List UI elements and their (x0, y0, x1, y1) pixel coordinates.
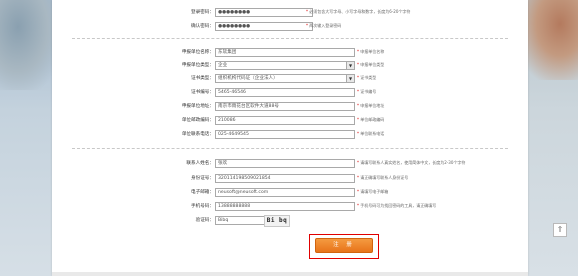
contact-id-input[interactable]: 320114198509021854 (215, 174, 355, 183)
org-name-hint: * 申报单位名称 (357, 49, 384, 55)
contact-name-label: 联系人姓名： (186, 161, 214, 166)
org-name-label: 申报单位名称： (181, 50, 214, 55)
required-star: * (357, 75, 359, 80)
confirm-password-input[interactable]: ●●●●●●●● (215, 22, 313, 31)
captcha-input[interactable]: Bibq (215, 216, 267, 225)
confirm-password-hint-text: 两次输入登录密码 (309, 23, 342, 28)
contact-mobile-input[interactable]: 13888888888 (215, 202, 355, 211)
chevron-down-icon[interactable]: ▼ (346, 62, 354, 69)
contact-id-label: 身份证号： (191, 176, 214, 181)
org-type-select[interactable]: 企业 ▼ (215, 61, 355, 70)
cert-no-row: 证书编号： 5465-46546 * 证书编号 (52, 88, 528, 99)
required-star: * (357, 160, 359, 165)
required-star: * (357, 89, 359, 94)
contact-email-hint-text: 请填写电子邮箱 (360, 189, 389, 194)
org-address-hint: * 申报单位地址 (357, 103, 384, 109)
contact-mobile-label: 手机号码： (191, 204, 214, 209)
org-type-hint: * 申报单位类型 (357, 62, 384, 68)
footer-bar (52, 272, 528, 276)
password-hint: * 必须包含大写字母、小写字母和数字，长度为6-20个字符 (306, 9, 410, 15)
org-name-row: 申报单位名称： 东软集团 * 申报单位名称 (52, 48, 528, 59)
cert-no-input[interactable]: 5465-46546 (215, 88, 355, 97)
confirm-password-hint: * 两次输入登录密码 (306, 23, 341, 29)
confirm-password-row: 确认密码： ●●●●●●●● * 两次输入登录密码 (52, 22, 528, 33)
contact-email-label: 电子邮箱： (191, 190, 214, 195)
org-address-input[interactable]: 南京市雨花台区软件大道88号 (215, 102, 355, 111)
contact-mobile-hint: * 手机号码可为找回密码的工具，请正确填写 (357, 203, 436, 209)
required-star: * (357, 49, 359, 54)
captcha-label: 验证码： (195, 218, 214, 223)
cert-no-label: 证书编号： (191, 90, 214, 95)
org-phone-hint: * 单位联系电话 (357, 131, 384, 137)
org-postcode-label: 单位邮政编码： (181, 118, 214, 123)
contact-id-hint-text: 请正确填写联系人身份证号 (360, 175, 409, 180)
captcha-row: 验证码： Bibq Bi bq (52, 215, 528, 227)
required-star: * (357, 62, 359, 67)
required-star: * (357, 189, 359, 194)
register-button[interactable]: 注 册 (315, 238, 373, 253)
cert-no-hint-text: 证书编号 (360, 89, 377, 94)
required-star: * (357, 131, 359, 136)
password-hint-text: 必须包含大写字母、小写字母和数字，长度为6-20个字符 (309, 9, 411, 14)
org-postcode-input[interactable]: 210086 (215, 116, 355, 125)
contact-id-row: 身份证号： 320114198509021854 * 请正确填写联系人身份证号 (52, 174, 528, 185)
section-divider (72, 148, 508, 149)
org-postcode-hint-text: 单位邮政编码 (360, 117, 385, 122)
cert-type-row: 证书类型： 组织机构代码证（企业法人） ▼ * 证书类型 (52, 74, 528, 85)
section-divider (72, 38, 508, 39)
org-name-input[interactable]: 东软集团 (215, 48, 355, 57)
required-star: * (357, 175, 359, 180)
org-postcode-hint: * 单位邮政编码 (357, 117, 384, 123)
contact-email-hint: * 请填写电子邮箱 (357, 189, 388, 195)
scenery-image (0, 0, 60, 90)
contact-email-input[interactable]: neusoft@neusoft.com (215, 188, 355, 197)
contact-mobile-hint-text: 手机号码可为找回密码的工具，请正确填写 (360, 203, 437, 208)
cert-type-hint-text: 证书类型 (360, 75, 377, 80)
org-type-hint-text: 申报单位类型 (360, 62, 385, 67)
cert-type-label: 证书类型： (191, 76, 214, 81)
confirm-password-label: 确认密码： (191, 24, 214, 29)
contact-mobile-row: 手机号码： 13888888888 * 手机号码可为找回密码的工具，请正确填写 (52, 202, 528, 213)
back-to-top-icon[interactable]: ⇑ (553, 223, 567, 237)
org-type-value: 企业 (218, 63, 228, 68)
contact-name-row: 联系人姓名： 张欢 * 请填写联系人真实姓名，使用简体中文，长度为2-30个字符 (52, 159, 528, 170)
chevron-down-icon[interactable]: ▼ (346, 75, 354, 82)
cert-type-hint: * 证书类型 (357, 75, 376, 81)
required-star: * (357, 203, 359, 208)
org-name-hint-text: 申报单位名称 (360, 49, 385, 54)
org-phone-label: 单位联系电话： (181, 132, 214, 137)
org-address-row: 申报单位地址： 南京市雨花台区软件大道88号 * 申报单位地址 (52, 102, 528, 113)
org-phone-hint-text: 单位联系电话 (360, 131, 385, 136)
captcha-image[interactable]: Bi bq (264, 215, 290, 227)
background-left-scenery (0, 0, 60, 276)
org-address-label: 申报单位地址： (181, 104, 214, 109)
password-label: 登录密码： (191, 10, 214, 15)
cert-type-value: 组织机构代码证（企业法人） (218, 76, 278, 81)
register-button-highlight: 注 册 (309, 234, 379, 259)
required-star: * (306, 23, 308, 28)
org-type-row: 申报单位类型： 企业 ▼ * 申报单位类型 (52, 61, 528, 72)
contact-email-row: 电子邮箱： neusoft@neusoft.com * 请填写电子邮箱 (52, 188, 528, 199)
contact-name-hint: * 请填写联系人真实姓名，使用简体中文，长度为2-30个字符 (357, 160, 465, 166)
cert-no-hint: * 证书编号 (357, 89, 376, 95)
registration-form-panel: 登录密码： ●●●●●●●● * 必须包含大写字母、小写字母和数字，长度为6-2… (52, 0, 528, 276)
org-type-label: 申报单位类型： (181, 63, 214, 68)
password-input[interactable]: ●●●●●●●● (215, 8, 313, 17)
required-star: * (306, 9, 308, 14)
org-address-hint-text: 申报单位地址 (360, 103, 385, 108)
org-phone-row: 单位联系电话： 025-4649545 * 单位联系电话 (52, 130, 528, 141)
password-row: 登录密码： ●●●●●●●● * 必须包含大写字母、小写字母和数字，长度为6-2… (52, 8, 528, 19)
contact-id-hint: * 请正确填写联系人身份证号 (357, 175, 408, 181)
contact-name-hint-text: 请填写联系人真实姓名，使用简体中文，长度为2-30个字符 (360, 160, 466, 165)
required-star: * (357, 117, 359, 122)
org-postcode-row: 单位邮政编码： 210086 * 单位邮政编码 (52, 116, 528, 127)
cert-type-select[interactable]: 组织机构代码证（企业法人） ▼ (215, 74, 355, 83)
org-phone-input[interactable]: 025-4649545 (215, 130, 355, 139)
required-star: * (357, 103, 359, 108)
contact-name-input[interactable]: 张欢 (215, 159, 355, 168)
